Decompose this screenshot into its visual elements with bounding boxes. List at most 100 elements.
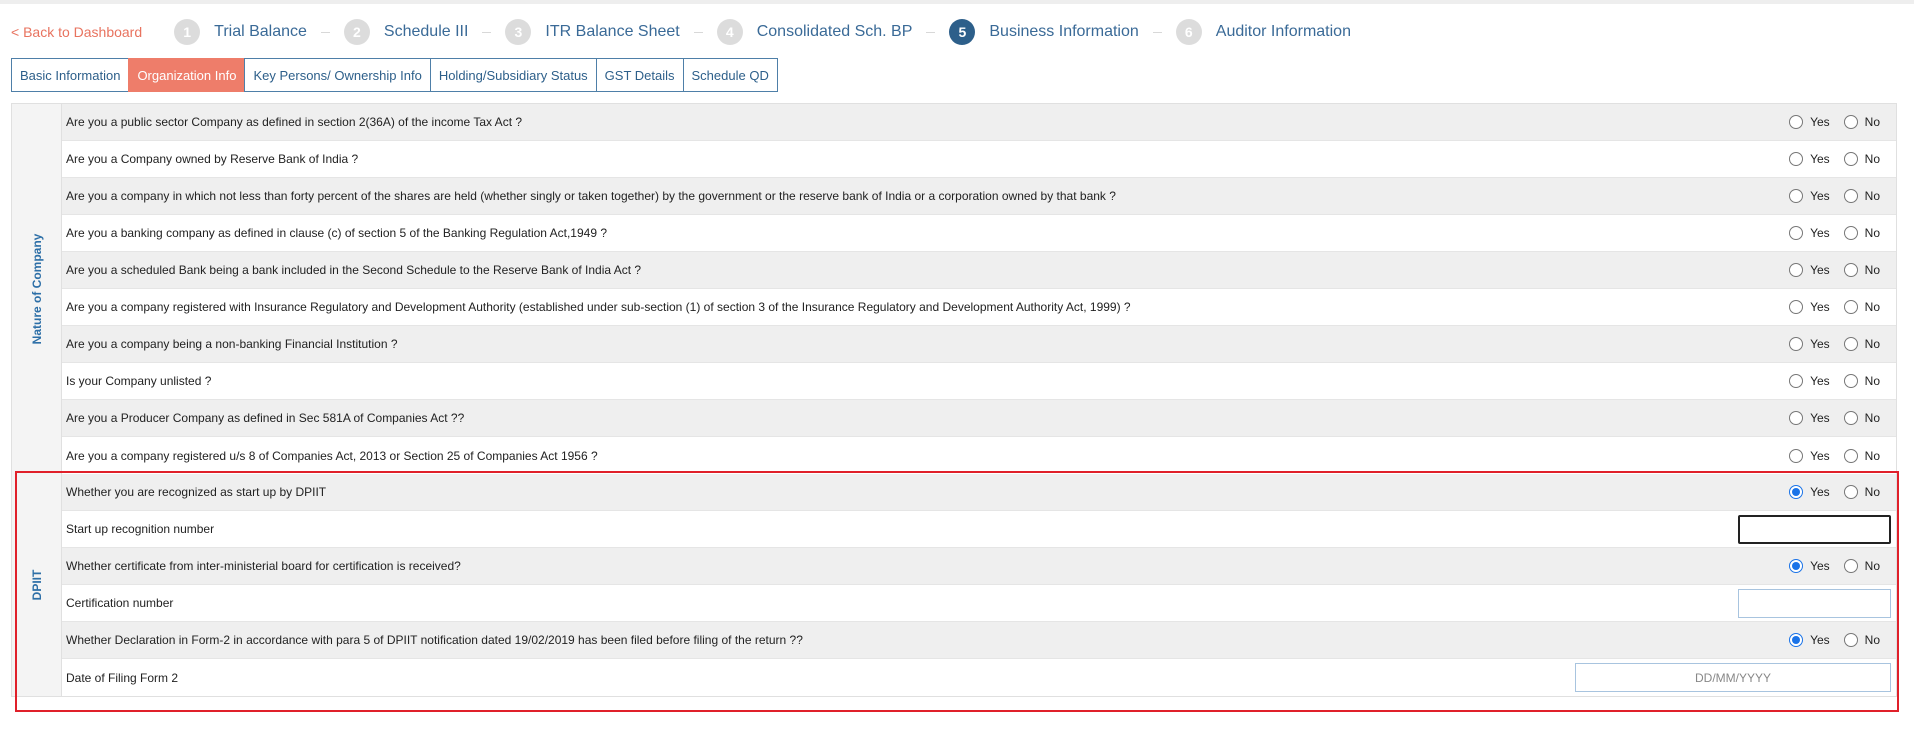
radio-no[interactable]: No [1843, 485, 1880, 499]
radio-no-label: No [1864, 226, 1880, 240]
radio-no[interactable]: No [1843, 559, 1880, 573]
radio-no[interactable]: No [1843, 226, 1880, 240]
field-label: Date of Filing Form 2 [66, 670, 179, 685]
radio-yes-icon[interactable] [1789, 189, 1804, 203]
radio-no-icon[interactable] [1843, 300, 1858, 314]
step-auditor-information[interactable]: 6 Auditor Information [1175, 19, 1351, 45]
radio-yes[interactable]: Yes [1789, 226, 1830, 240]
recognition-number-row: Start up recognition number [62, 511, 1896, 548]
radio-yes-icon[interactable] [1789, 263, 1804, 277]
radio-no[interactable]: No [1843, 374, 1880, 388]
radio-yes-icon[interactable] [1789, 374, 1804, 388]
radio-no-icon[interactable] [1843, 226, 1858, 240]
radio-yes-checked-icon[interactable] [1789, 559, 1804, 573]
radio-yes[interactable]: Yes [1789, 374, 1830, 388]
radio-no-icon[interactable] [1843, 411, 1858, 425]
section-label-container: Nature of Company [12, 104, 62, 474]
radio-yes[interactable]: Yes [1789, 300, 1830, 314]
radio-no-icon[interactable] [1843, 189, 1858, 203]
radio-yes-icon[interactable] [1789, 226, 1804, 240]
radio-no-icon[interactable] [1843, 263, 1858, 277]
radio-no[interactable]: No [1843, 337, 1880, 351]
question-text: Are you a company registered u/s 8 of Co… [66, 448, 598, 463]
radio-no[interactable]: No [1843, 300, 1880, 314]
step-business-information[interactable]: 5 Business Information [949, 19, 1139, 45]
radio-yes-icon[interactable] [1789, 337, 1804, 351]
radio-no[interactable]: No [1843, 448, 1880, 463]
radio-no[interactable]: No [1843, 263, 1880, 277]
step-schedule-iii[interactable]: 2 Schedule III [343, 19, 469, 45]
radio-no-label: No [1864, 411, 1880, 425]
radio-no[interactable]: No [1843, 115, 1880, 129]
radio-yes[interactable]: Yes [1789, 152, 1830, 166]
radio-yes-icon[interactable] [1789, 300, 1804, 314]
certification-number-input[interactable] [1738, 588, 1891, 618]
radio-no[interactable]: No [1843, 189, 1880, 203]
back-to-dashboard-link[interactable]: < Back to Dashboard [11, 24, 142, 40]
radio-yes[interactable]: Yes [1789, 337, 1830, 351]
radio-no-icon[interactable] [1843, 115, 1858, 129]
radio-yes-checked-icon[interactable] [1789, 485, 1804, 499]
radio-yes-label: Yes [1810, 559, 1830, 573]
radio-yes[interactable]: Yes [1789, 633, 1830, 647]
yes-no-radio-group: Yes No [1789, 485, 1880, 499]
radio-yes-icon[interactable] [1789, 411, 1804, 425]
dpiit-question-list: Whether you are recognized as start up b… [62, 474, 1896, 696]
nature-question-row: Are you a company in which not less than… [62, 178, 1896, 215]
radio-yes-label: Yes [1810, 152, 1830, 166]
radio-yes[interactable]: Yes [1789, 448, 1830, 463]
tab-schedule-qd[interactable]: Schedule QD [682, 58, 778, 92]
radio-no[interactable]: No [1843, 411, 1880, 425]
sub-tabs: Basic Information Organization Info Key … [11, 58, 778, 92]
radio-yes-label: Yes [1810, 115, 1830, 129]
recognition-number-input[interactable] [1738, 514, 1891, 544]
radio-yes[interactable]: Yes [1789, 559, 1830, 573]
radio-no-icon[interactable] [1843, 485, 1858, 499]
step-trial-balance[interactable]: 1 Trial Balance [174, 19, 307, 45]
radio-yes[interactable]: Yes [1789, 189, 1830, 203]
step-connector [693, 31, 703, 33]
step-consolidated-sch-bp[interactable]: 4 Consolidated Sch. BP [716, 19, 912, 45]
form2-date-row: Date of Filing Form 2 [62, 659, 1896, 696]
question-text: Are you a company being a non-banking Fi… [66, 337, 398, 351]
yes-no-radio-group: Yes No [1789, 374, 1880, 388]
question-text: Are you a Company owned by Reserve Bank … [66, 152, 359, 166]
radio-yes-checked-icon[interactable] [1789, 633, 1804, 647]
yes-no-radio-group: Yes No [1789, 189, 1880, 203]
radio-no-icon[interactable] [1843, 559, 1858, 573]
field-label: Start up recognition number [66, 522, 215, 536]
organization-info-form: Nature of Company Are you a public secto… [11, 103, 1897, 697]
radio-yes-label: Yes [1810, 226, 1830, 240]
yes-no-radio-group: Yes No [1789, 559, 1880, 573]
radio-yes-label: Yes [1810, 448, 1830, 463]
radio-yes-icon[interactable] [1789, 115, 1804, 129]
radio-yes[interactable]: Yes [1789, 485, 1830, 499]
step-itr-balance-sheet[interactable]: 3 ITR Balance Sheet [505, 19, 680, 45]
radio-no-icon[interactable] [1843, 152, 1858, 166]
tab-gst-details[interactable]: GST Details [595, 58, 684, 92]
yes-no-radio-group: Yes No [1789, 226, 1880, 240]
nature-question-row: Are you a public sector Company as defin… [62, 104, 1896, 141]
radio-no[interactable]: No [1843, 633, 1880, 647]
step-label: Schedule III [383, 23, 469, 40]
step-label: Business Information [989, 23, 1139, 40]
radio-yes[interactable]: Yes [1789, 411, 1830, 425]
radio-yes[interactable]: Yes [1789, 263, 1830, 277]
radio-yes[interactable]: Yes [1789, 115, 1830, 129]
tab-holding-subsidiary[interactable]: Holding/Subsidiary Status [429, 58, 597, 92]
tab-organization-info[interactable]: Organization Info [128, 58, 246, 92]
form2-date-input[interactable] [1575, 663, 1891, 692]
radio-no-icon[interactable] [1843, 337, 1858, 351]
radio-no-icon[interactable] [1843, 374, 1858, 388]
question-text: Whether Declaration in Form-2 in accorda… [66, 633, 803, 647]
step-number: 3 [505, 19, 532, 45]
radio-no[interactable]: No [1843, 152, 1880, 166]
radio-no-icon[interactable] [1843, 633, 1858, 647]
radio-yes-label: Yes [1810, 633, 1830, 647]
yes-no-radio-group: Yes No [1789, 263, 1880, 277]
radio-no-icon[interactable] [1843, 448, 1858, 463]
tab-basic-information[interactable]: Basic Information [11, 58, 130, 92]
tab-key-persons[interactable]: Key Persons/ Ownership Info [244, 58, 431, 92]
radio-yes-icon[interactable] [1789, 152, 1804, 166]
radio-yes-icon[interactable] [1789, 448, 1804, 463]
